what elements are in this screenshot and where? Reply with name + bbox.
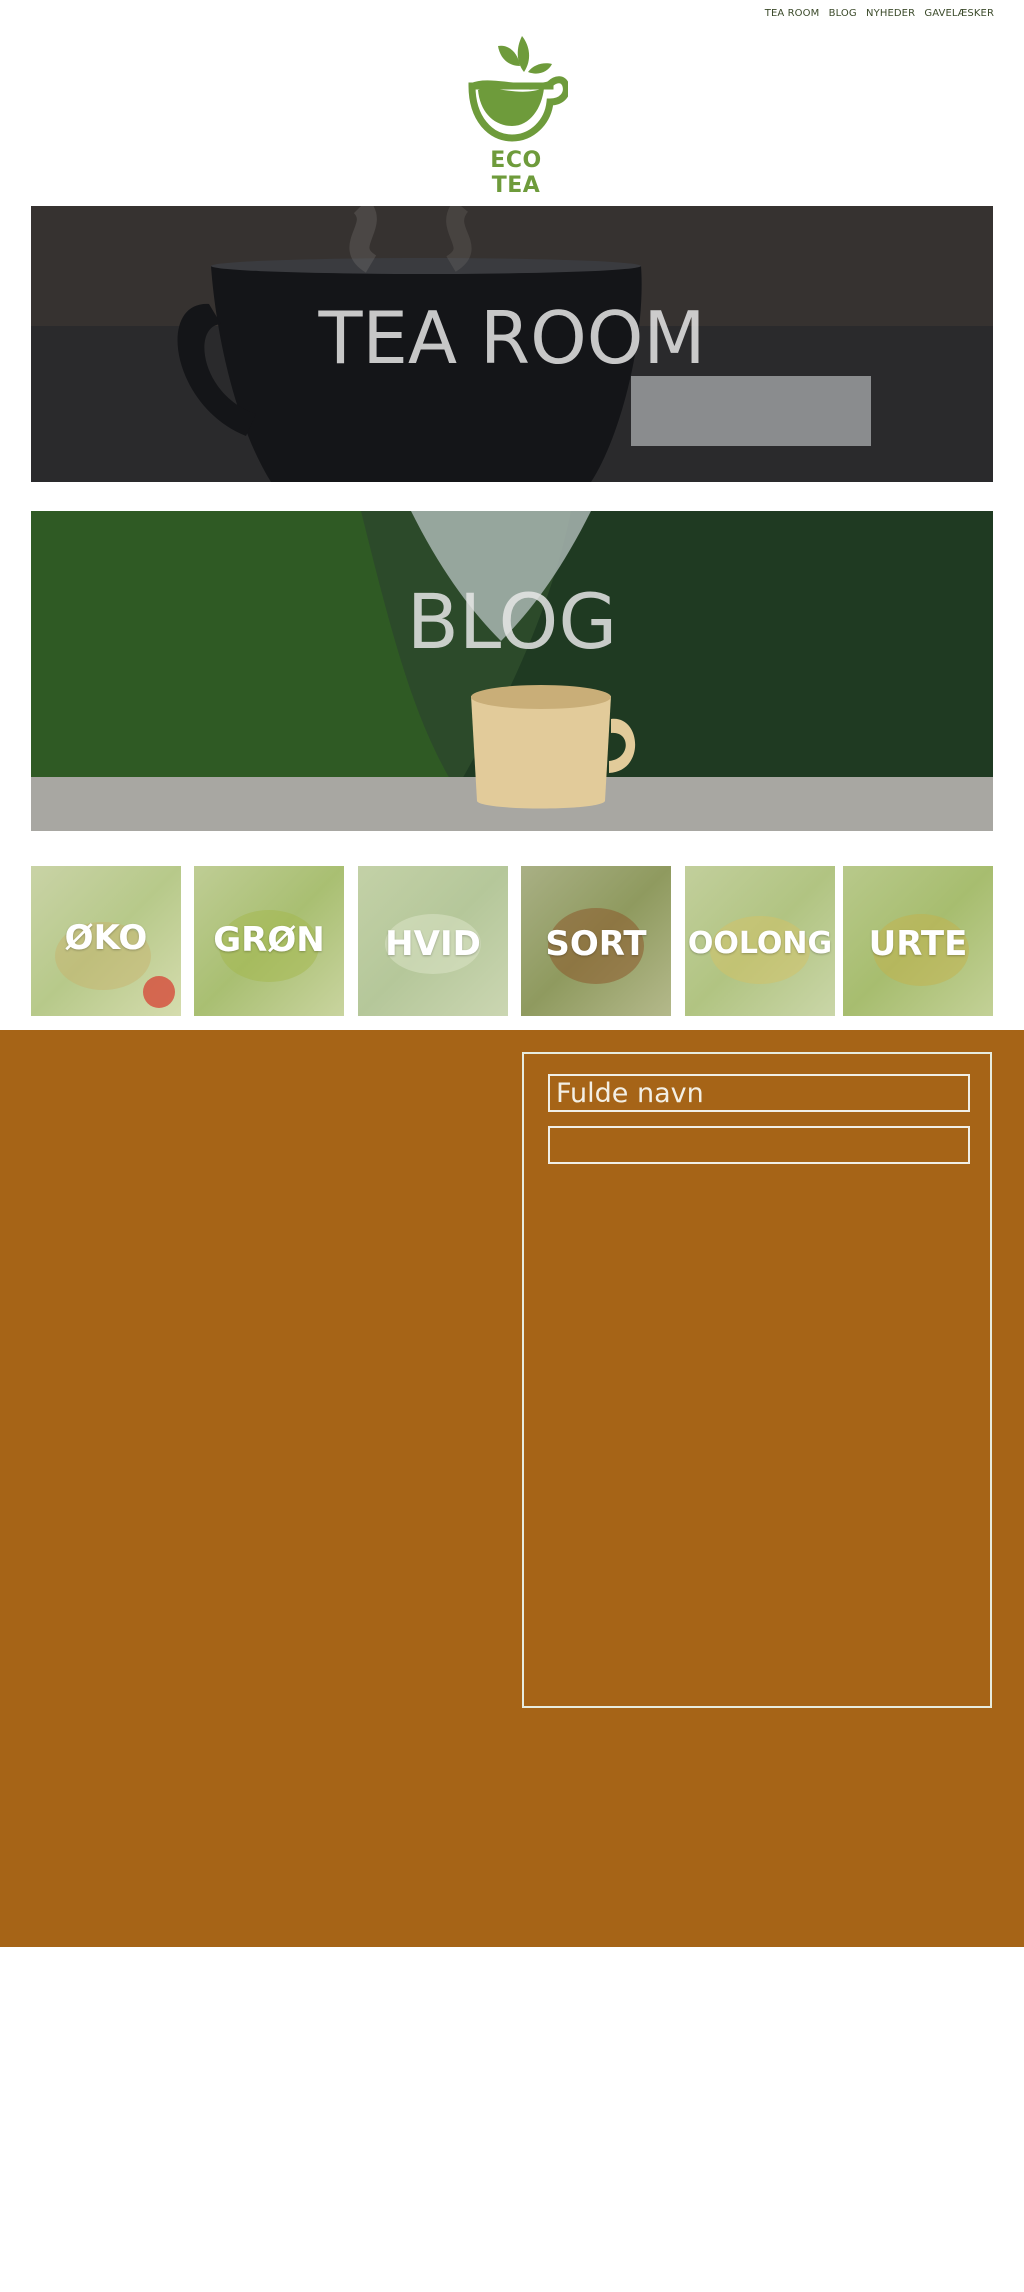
forest-cup-photo [31, 511, 993, 831]
brand-logo[interactable]: ECO TEA [464, 32, 568, 198]
full-name-field[interactable]: Fulde navn [548, 1074, 970, 1112]
second-field[interactable] [548, 1126, 970, 1164]
full-name-label: Fulde navn [556, 1078, 704, 1109]
category-tile-hvid[interactable]: HVID [358, 866, 508, 1016]
category-label: SORT [545, 924, 647, 964]
blog-title: BLOG [406, 577, 618, 666]
contact-section: Fulde navn [0, 1030, 1024, 1947]
tea-room-title: TEA ROOM [318, 296, 706, 380]
category-label: OOLONG [687, 926, 833, 961]
category-tile-sort[interactable]: SORT [521, 866, 671, 1016]
category-label: URTE [868, 924, 968, 964]
category-tile-urte[interactable]: URTE [843, 866, 993, 1016]
tea-room-banner[interactable]: TEA ROOM [31, 206, 993, 482]
logo-text: ECO TEA [490, 148, 542, 198]
category-label: GRØN [213, 920, 325, 960]
nav-link-blog[interactable]: BLOG [829, 8, 857, 19]
category-label: HVID [385, 924, 481, 964]
contact-form: Fulde navn [522, 1052, 992, 1708]
category-tile-gron[interactable]: GRØN [194, 866, 344, 1016]
teacup-leaf-icon [468, 36, 568, 142]
nav-link-gavelaesker[interactable]: GAVELÆSKER [924, 8, 994, 19]
nav-link-nyheder[interactable]: NYHEDER [866, 8, 915, 19]
category-tile-oko[interactable]: ØKO [31, 866, 181, 1016]
nav-link-tea-room[interactable]: TEA ROOM [765, 8, 820, 19]
category-tile-oolong[interactable]: OOLONG [685, 866, 835, 1016]
category-label: ØKO [64, 918, 148, 958]
blog-banner[interactable]: BLOG [31, 511, 993, 831]
top-navigation: TEA ROOM BLOG NYHEDER GAVELÆSKER [759, 8, 994, 19]
